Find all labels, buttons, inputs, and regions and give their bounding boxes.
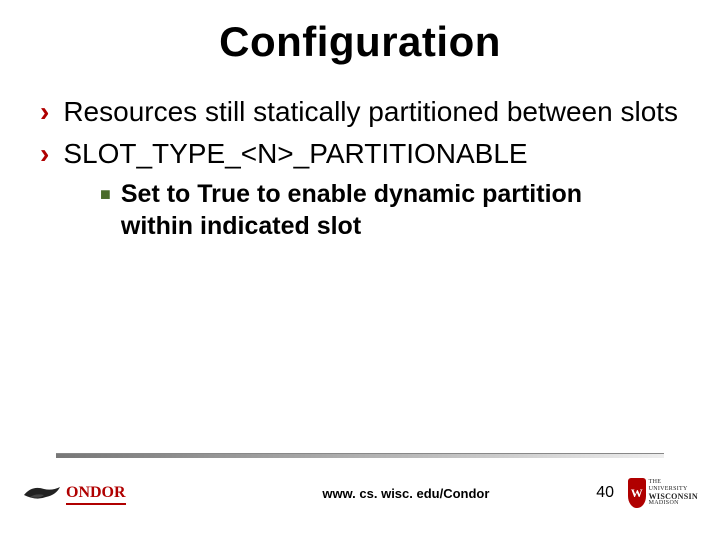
slide-footer: ONDOR www. cs. wisc. edu/Condor 40 W THE… <box>0 453 720 512</box>
page-number: 40 <box>596 484 614 502</box>
uw-line1: THE UNIVERSITY <box>649 479 698 493</box>
condor-logo: ONDOR <box>22 481 126 505</box>
uw-w-letter: W <box>631 486 643 501</box>
footer-row: ONDOR www. cs. wisc. edu/Condor 40 W THE… <box>0 474 720 512</box>
uw-wisconsin: WISCONSIN <box>649 493 698 500</box>
sub-bullet-item: ■ Set to True to enable dynamic partitio… <box>100 178 680 242</box>
footer-divider <box>56 453 664 458</box>
bullet-item: › SLOT_TYPE_<N>_PARTITIONABLE <box>40 136 680 172</box>
uw-logo-text: THE UNIVERSITY WISCONSIN MADISON <box>649 479 698 507</box>
uw-line3: MADISON <box>649 500 698 507</box>
chevron-icon: › <box>40 94 49 130</box>
sub-bullet-text: Set to True to enable dynamic partition … <box>121 178 660 242</box>
slide-body: › Resources still statically partitioned… <box>0 66 720 242</box>
condor-logo-text: ONDOR <box>66 484 126 505</box>
slide: Configuration › Resources still statical… <box>0 0 720 540</box>
footer-url: www. cs. wisc. edu/Condor <box>236 486 577 501</box>
square-bullet-icon: ■ <box>100 178 111 210</box>
chevron-icon: › <box>40 136 49 172</box>
uw-logo: W THE UNIVERSITY WISCONSIN MADISON <box>628 474 698 512</box>
bullet-text: SLOT_TYPE_<N>_PARTITIONABLE <box>63 136 527 172</box>
bullet-text: Resources still statically partitioned b… <box>63 94 678 130</box>
eagle-icon <box>22 481 62 505</box>
bullet-item: › Resources still statically partitioned… <box>40 94 680 130</box>
uw-crest-icon: W <box>628 478 646 508</box>
slide-title: Configuration <box>0 0 720 66</box>
